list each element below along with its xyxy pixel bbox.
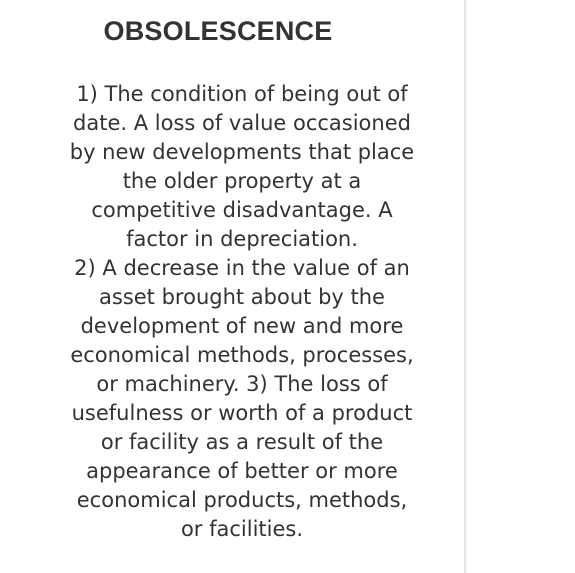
blank-side-panel bbox=[468, 0, 575, 573]
glossary-card: OBSOLESCENCE 1) The condition of being o… bbox=[0, 0, 466, 573]
term-title: OBSOLESCENCE bbox=[103, 16, 333, 46]
term-definition: 1) The condition of being out of date. A… bbox=[69, 82, 415, 541]
page: OBSOLESCENCE 1) The condition of being o… bbox=[0, 0, 575, 573]
